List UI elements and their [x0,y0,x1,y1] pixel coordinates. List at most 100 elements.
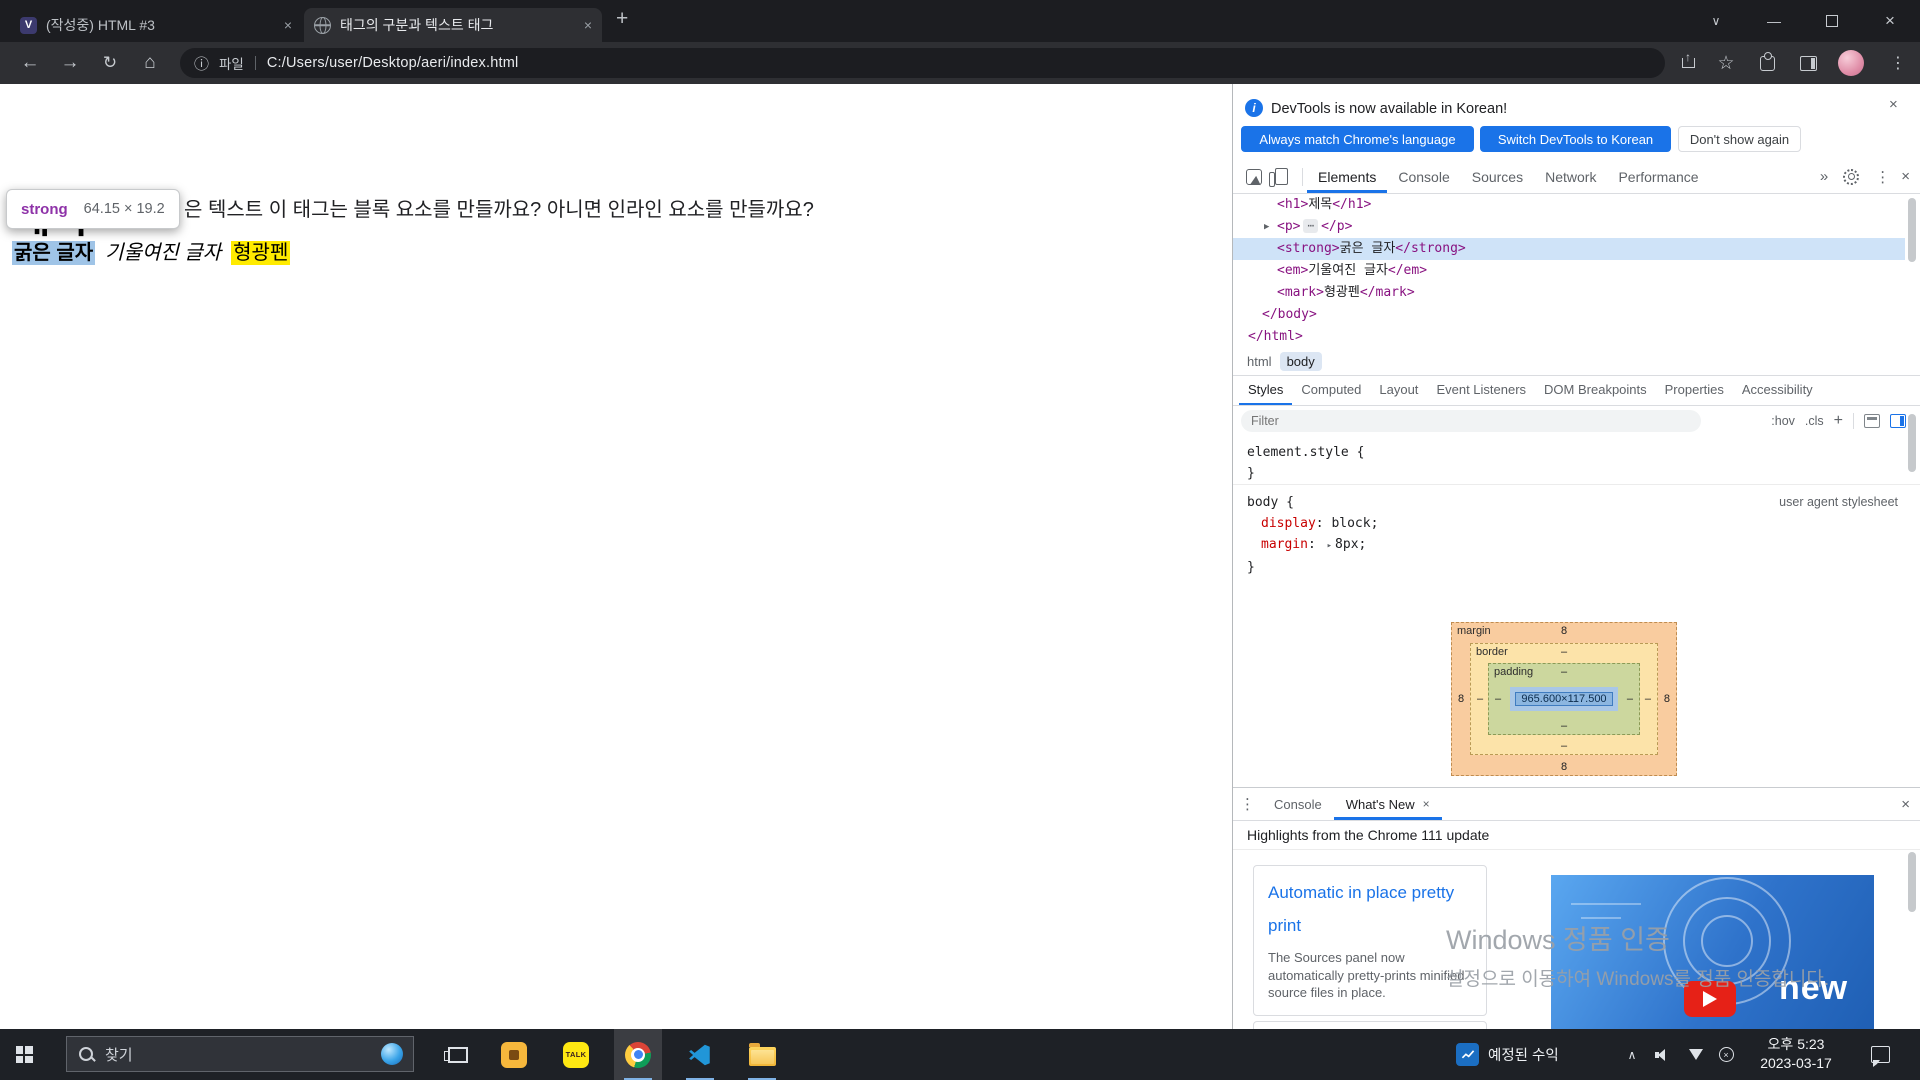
shorthand-expander-icon[interactable]: ▸ [1327,541,1332,551]
tab-close-icon[interactable]: × [284,17,292,33]
expander-icon[interactable]: ▶ [1264,216,1269,238]
css-property-margin[interactable]: margin: ▸8px; [1247,534,1920,557]
tab-styles[interactable]: Styles [1239,376,1292,405]
tab-dom-breakpoints[interactable]: DOM Breakpoints [1535,376,1656,405]
tab-close-icon[interactable]: × [1423,797,1430,811]
back-button[interactable]: ← [14,42,46,84]
css-property-display[interactable]: display: block; [1247,513,1920,534]
explorer-button[interactable] [738,1029,786,1080]
browser-tab-2-active[interactable]: 태그의 구분과 텍스트 태그 × [304,8,602,42]
tab-computed[interactable]: Computed [1292,376,1370,405]
taskbar-search-box[interactable]: 찾기 [66,1036,414,1072]
box-model-content[interactable]: 965.600×117.500 [1510,687,1618,711]
no-internet-globe-icon[interactable]: × [1712,1029,1740,1080]
collapsed-content-icon[interactable]: ⋯ [1303,219,1318,233]
rendering-emulation-icon[interactable] [1864,414,1880,428]
close-window-button[interactable]: × [1868,0,1912,42]
toggle-element-classes[interactable]: .cls [1805,414,1824,428]
tab-layout[interactable]: Layout [1370,376,1427,405]
box-model-border[interactable]: border – – – – padding – – – – 965.600×1… [1470,643,1658,755]
panel-tab-console[interactable]: Console [1387,160,1460,193]
computed-sidebar-toggle-icon[interactable] [1890,414,1906,428]
drawer-tab-console[interactable]: Console [1262,788,1334,820]
maximize-button[interactable] [1810,0,1854,42]
dom-node-html-close[interactable]: </html> [1233,326,1905,348]
chrome-button[interactable] [614,1029,662,1080]
new-style-rule-icon[interactable]: + [1834,412,1843,430]
forward-button[interactable]: → [54,42,86,84]
dom-node-mark[interactable]: <mark>형광펜</mark> [1233,282,1905,304]
devtools-close-icon[interactable]: × [1901,168,1910,185]
scrollbar-thumb[interactable] [1908,852,1916,912]
tab-search-chevron-icon[interactable]: ∨ [1694,0,1738,42]
volume-icon[interactable] [1648,1029,1676,1080]
whats-new-card[interactable]: Automatic in place pretty print The Sour… [1253,865,1487,1016]
scrollbar-thumb[interactable] [1908,198,1916,262]
dom-node-p[interactable]: ▶<p>⋯</p> [1233,216,1905,238]
dom-node-strong-selected[interactable]: <strong>굵은 글자</strong> [1233,238,1905,260]
panel-tab-network[interactable]: Network [1534,160,1607,193]
new-tab-button[interactable]: + [616,7,628,31]
extensions-puzzle-icon[interactable] [1760,56,1775,71]
task-view-button[interactable] [434,1029,482,1080]
match-language-button[interactable]: Always match Chrome's language [1241,126,1474,152]
notice-close-icon[interactable]: × [1889,96,1898,113]
side-panel-icon[interactable] [1800,56,1817,71]
search-highlight-icon[interactable] [381,1043,403,1065]
action-center-icon[interactable] [1866,1029,1894,1080]
dom-node-em[interactable]: <em>기울여진 글자</em> [1233,260,1905,282]
taskbar-clock[interactable]: 오후 5:23 2023-03-17 [1744,1035,1848,1073]
dont-show-again-button[interactable]: Don't show again [1678,126,1801,152]
whats-new-video-thumbnail[interactable]: new [1551,875,1874,1029]
styles-filter-input[interactable] [1241,410,1701,432]
inspect-element-icon[interactable] [1246,169,1262,185]
body-style-rule[interactable]: body {user agent stylesheet [1247,492,1920,513]
tab-event-listeners[interactable]: Event Listeners [1427,376,1535,405]
reload-button[interactable]: ↻ [94,42,126,84]
drawer-close-icon[interactable]: × [1901,796,1910,813]
switch-korean-button[interactable]: Switch DevTools to Korean [1480,126,1671,152]
address-bar[interactable]: ⓘ 파일 C:/Users/user/Desktop/aeri/index.ht… [180,48,1665,78]
dom-node-h1[interactable]: <h1>제목</h1> [1233,194,1905,216]
panel-tab-sources[interactable]: Sources [1461,160,1534,193]
drawer-tab-whats-new[interactable]: What's New× [1334,788,1442,820]
page-info-icon[interactable]: ⓘ [194,53,209,74]
toggle-hover-state[interactable]: :hov [1771,414,1795,428]
vscode-button[interactable] [676,1029,724,1080]
profile-avatar[interactable] [1838,50,1864,76]
box-model-padding[interactable]: padding – – – – 965.600×117.500 [1488,663,1640,735]
share-icon[interactable] [1672,42,1704,84]
pinned-app-button[interactable] [490,1029,538,1080]
card-title-link[interactable]: Automatic in place pretty print [1268,876,1472,942]
start-button[interactable] [0,1029,48,1080]
dom-node-body-close[interactable]: </body> [1233,304,1905,326]
kakaotalk-button[interactable]: TALK [552,1029,600,1080]
home-button[interactable]: ⌂ [134,42,166,84]
tab-accessibility[interactable]: Accessibility [1733,376,1822,405]
more-panels-icon[interactable]: » [1820,168,1828,185]
settings-gear-icon[interactable] [1843,169,1859,185]
url-divider [255,56,256,70]
news-widget[interactable]: 예정된 수익 [1448,1029,1567,1080]
browser-tab-1[interactable]: V (작성중) HTML #3 × [10,8,302,42]
tab-properties[interactable]: Properties [1656,376,1733,405]
youtube-play-button[interactable] [1684,981,1736,1017]
tab-close-icon[interactable]: × [584,17,592,33]
network-icon[interactable] [1682,1029,1710,1080]
devtools-menu-icon[interactable]: ⋮ [1875,168,1890,186]
inline-style-rule[interactable]: element.style { [1247,442,1920,463]
bookmark-star-icon[interactable]: ☆ [1710,42,1742,84]
browser-menu-icon[interactable]: ⋮ [1882,42,1914,84]
device-toolbar-icon[interactable] [1275,168,1288,185]
breadcrumb-html[interactable]: html [1247,354,1272,369]
drawer-menu-icon[interactable]: ⋮ [1240,795,1255,813]
box-model-margin[interactable]: margin 8 8 8 8 border – – – – padding – … [1451,622,1677,776]
devtools-panel: i DevTools is now available in Korean! ×… [1232,84,1920,1029]
panel-tab-elements[interactable]: Elements [1307,160,1387,193]
scrollbar-thumb[interactable] [1908,414,1916,472]
minimize-button[interactable]: — [1752,0,1796,42]
panel-tab-performance[interactable]: Performance [1607,160,1709,193]
tray-overflow-chevron-icon[interactable]: ∧ [1618,1029,1646,1080]
breadcrumb-body[interactable]: body [1280,352,1322,371]
whats-new-card-partial[interactable] [1253,1021,1487,1029]
